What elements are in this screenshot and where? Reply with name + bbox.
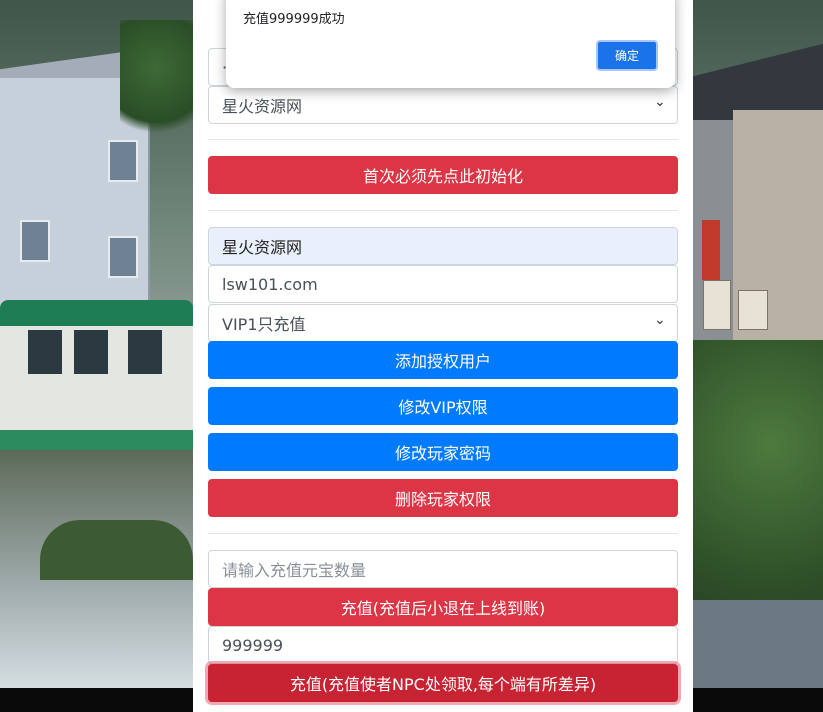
vip-select[interactable]: VIP1只充值 xyxy=(208,304,678,342)
server-select-value: 星火资源网 xyxy=(222,97,303,116)
site-name-field: 星火资源网 xyxy=(208,227,678,265)
alert-dialog: 充值999999成功 确定 xyxy=(226,0,675,88)
init-button[interactable]: 首次必须先点此初始化 xyxy=(208,156,678,194)
divider xyxy=(208,139,678,140)
recharge-ingot-button[interactable]: 充值(充值后小退在上线到账) xyxy=(208,588,678,626)
add-user-button[interactable]: 添加授权用户 xyxy=(208,341,678,379)
chevron-down-icon xyxy=(654,100,664,110)
server-select[interactable]: 星火资源网 xyxy=(208,86,678,124)
divider xyxy=(208,210,678,211)
admin-panel: · 星火资源网 首次必须先点此初始化 星火资源网 lsw101.com VIP1… xyxy=(193,0,693,712)
account-input[interactable]: lsw101.com xyxy=(208,265,678,303)
tram-image xyxy=(0,300,193,450)
ingot-amount-input[interactable]: 请输入充值元宝数量 xyxy=(208,550,678,588)
dialog-ok-button[interactable]: 确定 xyxy=(596,40,658,71)
recharge-npc-button[interactable]: 充值(充值使者NPC处领取,每个端有所差异) xyxy=(208,664,678,702)
dialog-message: 充值999999成功 xyxy=(243,12,345,27)
delete-player-button[interactable]: 删除玩家权限 xyxy=(208,479,678,517)
chevron-down-icon xyxy=(654,318,664,328)
divider xyxy=(208,533,678,534)
vip-select-value: VIP1只充值 xyxy=(222,315,306,334)
modify-password-button[interactable]: 修改玩家密码 xyxy=(208,433,678,471)
background-left-scene xyxy=(0,0,193,688)
background-right-scene xyxy=(693,0,823,688)
modify-vip-button[interactable]: 修改VIP权限 xyxy=(208,387,678,425)
amount-input[interactable]: 999999 xyxy=(208,626,678,664)
